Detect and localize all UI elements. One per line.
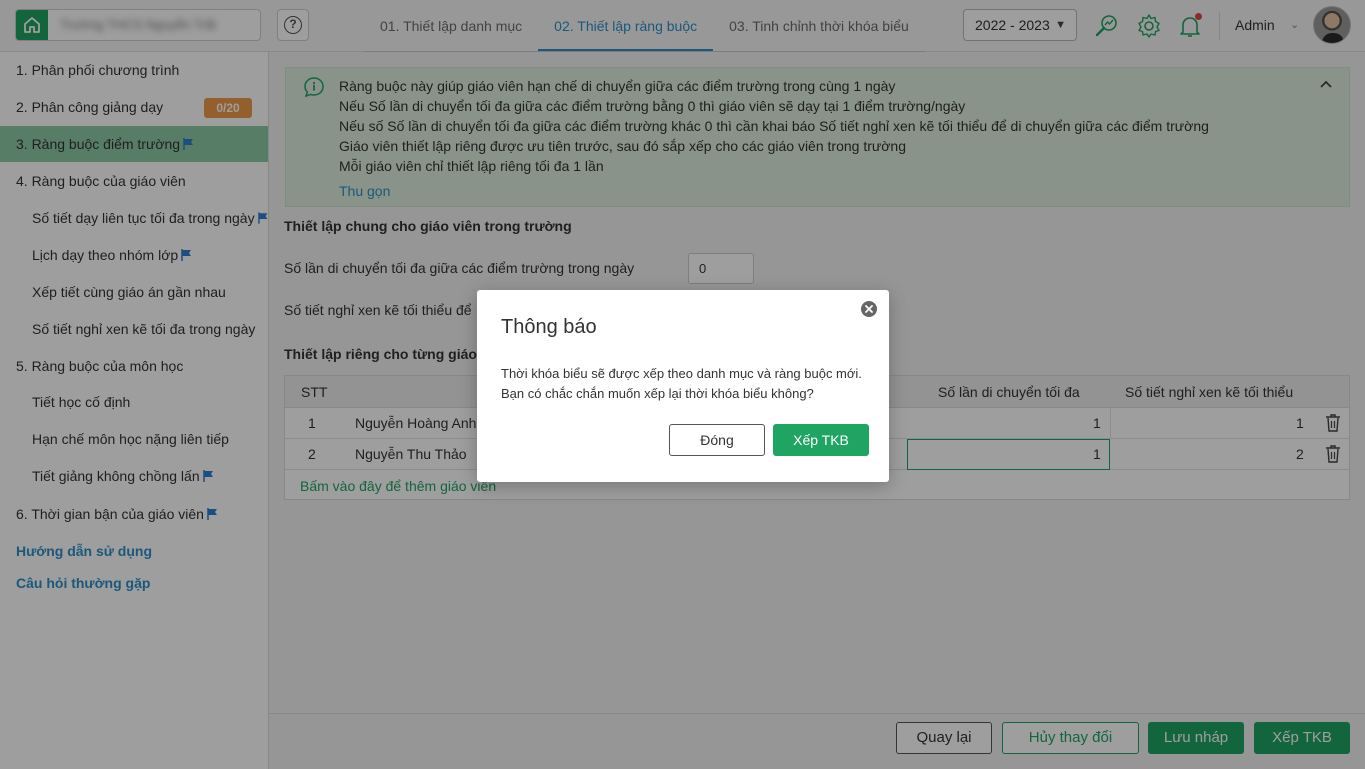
confirm-schedule-button[interactable]: Xếp TKB: [773, 424, 869, 456]
dialog-title: Thông báo: [501, 316, 597, 338]
close-button[interactable]: Đóng: [669, 424, 765, 456]
close-icon[interactable]: [861, 301, 877, 317]
confirm-dialog: Thông báo Thời khóa biểu sẽ được xếp the…: [477, 290, 889, 482]
dialog-message: Thời khóa biểu sẽ được xếp theo danh mục…: [501, 366, 862, 401]
